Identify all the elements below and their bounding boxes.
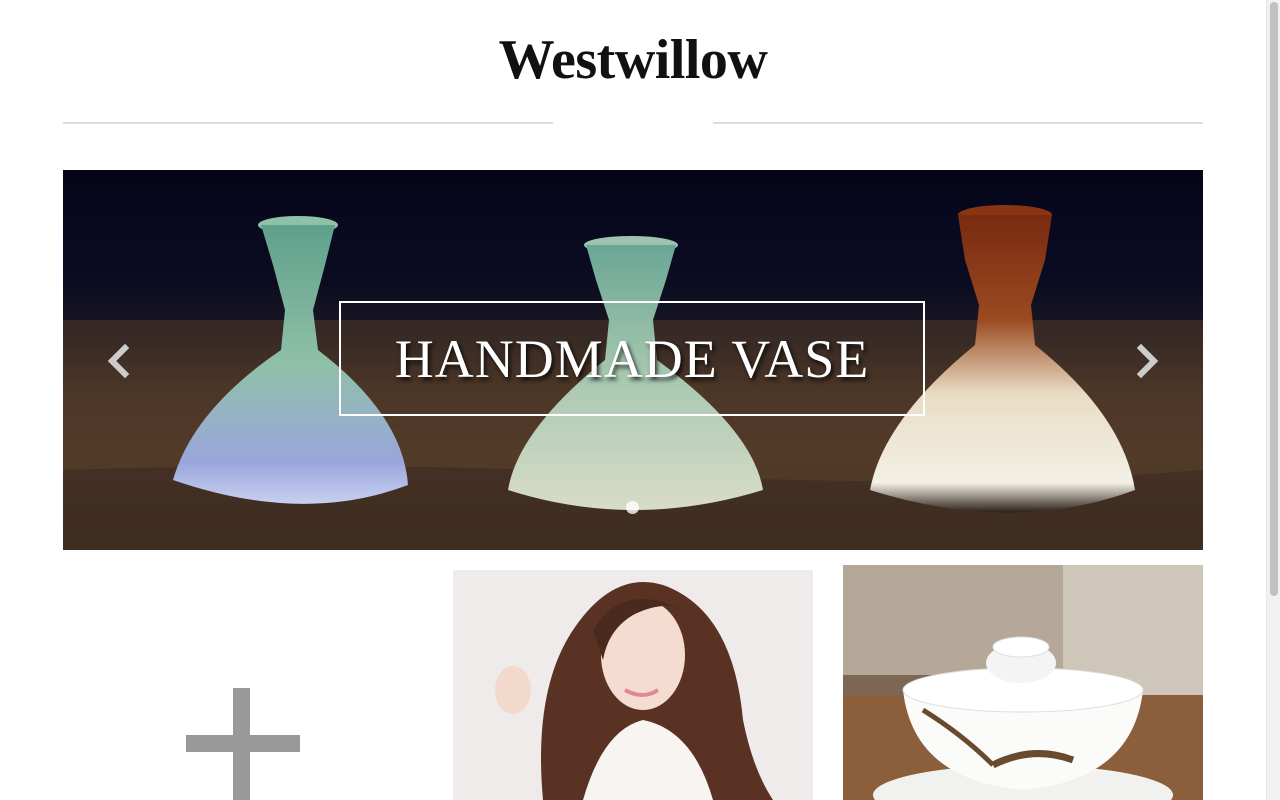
plus-icon-bar: [186, 735, 300, 752]
portrait-photo: [453, 570, 813, 800]
hero-carousel[interactable]: HANDMADE VASE: [63, 170, 1203, 550]
header-divider-right: [713, 122, 1203, 124]
add-item-tile[interactable]: [63, 565, 423, 800]
site-logo[interactable]: Westwillow: [0, 28, 1266, 92]
carousel-next-button[interactable]: [1133, 343, 1163, 379]
teacup-photo: [843, 565, 1203, 800]
page-scrollbar[interactable]: [1266, 0, 1280, 800]
header-divider-left: [63, 122, 553, 124]
chevron-left-icon: [107, 343, 130, 379]
carousel-indicator-1[interactable]: [626, 501, 639, 514]
carousel-prev-button[interactable]: [103, 343, 133, 379]
carousel-caption-text: HANDMADE VASE: [394, 328, 870, 389]
carousel-caption: HANDMADE VASE: [339, 301, 925, 416]
scrollbar-thumb[interactable]: [1270, 2, 1278, 596]
portrait-photo-tile[interactable]: [453, 570, 813, 800]
teacup-photo-tile[interactable]: [843, 565, 1203, 800]
chevron-right-icon: [1136, 343, 1159, 379]
